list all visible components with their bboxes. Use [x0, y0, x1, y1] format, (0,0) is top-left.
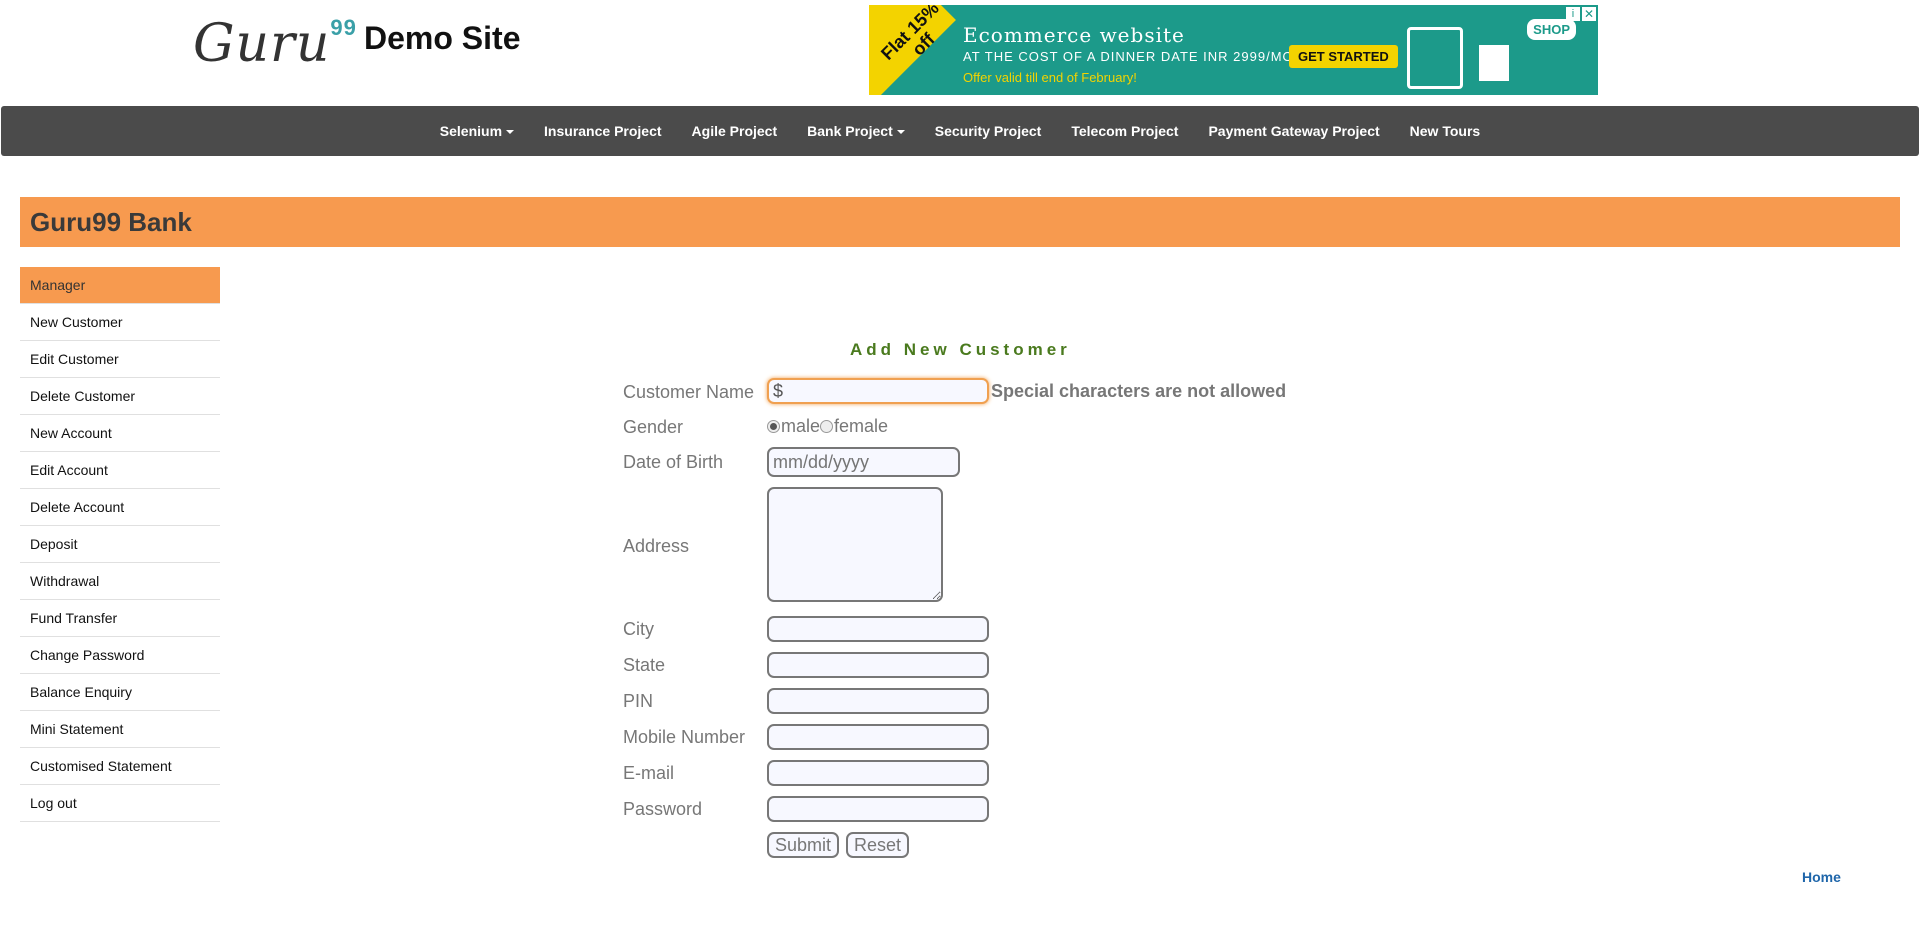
state-label: State	[623, 655, 666, 675]
caret-down-icon	[506, 130, 515, 135]
ad-bag-illustration	[1479, 45, 1509, 81]
sidebar-item-deposit[interactable]: Deposit	[20, 526, 220, 563]
gender-radio-group: male female	[767, 416, 888, 437]
guru99-logo[interactable]: Guru99	[193, 14, 357, 74]
ad-device-illustration	[1407, 27, 1463, 89]
nav-item-new-tours[interactable]: New Tours	[1395, 123, 1496, 139]
address-label: Address	[623, 536, 690, 556]
sidebar-item-delete-account[interactable]: Delete Account	[20, 489, 220, 526]
email-input[interactable]	[767, 760, 989, 786]
nav-item-label: Telecom Project	[1071, 123, 1179, 139]
pin-label: PIN	[623, 691, 654, 711]
dob-label: Date of Birth	[623, 452, 724, 472]
sidebar-item-new-account[interactable]: New Account	[20, 415, 220, 452]
nav-item-telecom-project[interactable]: Telecom Project	[1056, 123, 1193, 139]
sidebar-item-withdrawal[interactable]: Withdrawal	[20, 563, 220, 600]
sidebar-item-change-password[interactable]: Change Password	[20, 637, 220, 674]
nav-item-bank-project[interactable]: Bank Project	[792, 123, 920, 139]
sidebar-item-edit-customer[interactable]: Edit Customer	[20, 341, 220, 378]
password-label: Password	[623, 799, 703, 819]
sidebar-item-customised-statement[interactable]: Customised Statement	[20, 748, 220, 785]
address-textarea[interactable]	[767, 487, 943, 602]
reset-button[interactable]: Reset	[846, 832, 910, 858]
dob-input[interactable]	[767, 447, 960, 477]
sidebar-item-manager[interactable]: Manager	[20, 267, 220, 304]
email-label: E-mail	[623, 763, 675, 783]
gender-female-radio[interactable]	[820, 420, 834, 433]
nav-item-agile-project[interactable]: Agile Project	[677, 123, 793, 139]
customer-name-error: Special characters are not allowed	[991, 381, 1287, 401]
gender-male-radio[interactable]	[767, 420, 780, 433]
gender-male-label: male	[781, 416, 821, 436]
sidebar-item-fund-transfer[interactable]: Fund Transfer	[20, 600, 220, 637]
ad-info-icon[interactable]: i	[1566, 7, 1580, 21]
nav-item-label: Payment Gateway Project	[1208, 123, 1380, 139]
ad-subline: AT THE COST OF A DINNER DATE INR 2999/MO…	[963, 49, 1324, 64]
city-label: City	[623, 619, 654, 639]
form-title: Add New Customer	[850, 340, 1071, 359]
ad-banner[interactable]: Flat 15% off Ecommerce website AT THE CO…	[869, 5, 1598, 95]
nav-item-label: Bank Project	[807, 123, 893, 139]
nav-item-label: Selenium	[439, 123, 503, 139]
nav-item-selenium[interactable]: Selenium	[425, 123, 529, 139]
top-navbar: Selenium Insurance Project Agile Project Ba…	[1, 106, 1919, 156]
nav-item-label: Security Project	[934, 123, 1042, 139]
sidebar-menu: Manager New Customer Edit Customer Delete C…	[20, 267, 220, 822]
sidebar-item-delete-customer[interactable]: Delete Customer	[20, 378, 220, 415]
logo-text: Guru	[193, 14, 331, 74]
bank-header-bar: Guru99 Bank	[20, 197, 1900, 247]
pin-input[interactable]	[767, 688, 989, 714]
ad-get-started-button[interactable]: GET STARTED	[1289, 45, 1398, 68]
customer-name-input[interactable]	[767, 378, 989, 404]
ad-shop-logo: SHOP	[1527, 19, 1576, 40]
sidebar-item-mini-statement[interactable]: Mini Statement	[20, 711, 220, 748]
nav-item-payment-gateway-project[interactable]: Payment Gateway Project	[1193, 123, 1394, 139]
ad-headline: Ecommerce website	[963, 23, 1185, 47]
nav-item-label: Agile Project	[691, 123, 778, 139]
sidebar-item-new-customer[interactable]: New Customer	[20, 304, 220, 341]
customer-name-label: Customer Name	[623, 382, 755, 402]
password-input[interactable]	[767, 796, 989, 822]
gender-female-label: female	[834, 416, 889, 436]
logo-sup: 99	[330, 14, 357, 40]
nav-item-insurance-project[interactable]: Insurance Project	[529, 123, 677, 139]
mobile-input[interactable]	[767, 724, 989, 750]
home-link[interactable]: Home	[1802, 869, 1841, 885]
nav-item-label: Insurance Project	[544, 123, 662, 139]
submit-button[interactable]: Submit	[767, 832, 840, 858]
sidebar-item-balance-enquiry[interactable]: Balance Enquiry	[20, 674, 220, 711]
ad-close-icon[interactable]: ✕	[1582, 7, 1596, 21]
sidebar-item-log-out[interactable]: Log out	[20, 785, 220, 822]
city-input[interactable]	[767, 616, 989, 642]
nav-item-security-project[interactable]: Security Project	[920, 123, 1057, 139]
bank-title: Guru99 Bank	[30, 207, 192, 237]
gender-label: Gender	[623, 417, 684, 437]
site-title: Demo Site	[364, 20, 521, 56]
mobile-label: Mobile Number	[623, 727, 746, 747]
sidebar-item-edit-account[interactable]: Edit Account	[20, 452, 220, 489]
caret-down-icon	[896, 130, 905, 135]
nav-item-label: New Tours	[1409, 123, 1481, 139]
ad-offer-text: Offer valid till end of February!	[963, 70, 1137, 85]
state-input[interactable]	[767, 652, 989, 678]
